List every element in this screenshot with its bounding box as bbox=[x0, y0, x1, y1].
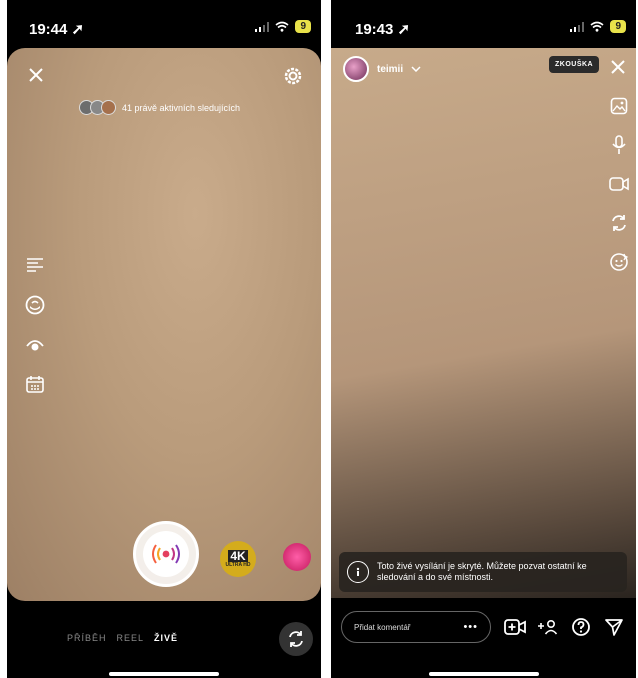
battery-badge: 9 bbox=[610, 20, 626, 33]
share-icon[interactable] bbox=[602, 615, 626, 639]
gallery-icon[interactable] bbox=[607, 94, 631, 118]
status-icons: 9 bbox=[255, 20, 311, 33]
active-viewers[interactable]: 41 právě aktivních sledujících bbox=[79, 100, 240, 115]
username: teimii bbox=[377, 63, 404, 75]
user-switcher[interactable]: teimii bbox=[343, 56, 421, 82]
more-options-icon[interactable]: ••• bbox=[463, 621, 478, 633]
tab-reel[interactable]: REEL bbox=[117, 633, 145, 643]
info-icon bbox=[347, 561, 369, 583]
live-icon bbox=[143, 531, 189, 577]
home-indicator bbox=[109, 672, 219, 676]
signal-icon bbox=[255, 21, 270, 32]
wifi-icon bbox=[275, 21, 289, 32]
calendar-icon[interactable] bbox=[23, 372, 47, 396]
microphone-icon[interactable] bbox=[607, 133, 631, 157]
flip-camera-button[interactable] bbox=[279, 622, 313, 656]
question-icon[interactable] bbox=[569, 615, 593, 639]
status-bar: 19:44 ➚ 9 bbox=[7, 0, 321, 48]
close-icon[interactable] bbox=[25, 64, 47, 86]
home-indicator bbox=[429, 672, 539, 676]
close-icon[interactable] bbox=[607, 56, 629, 78]
effects-icon[interactable] bbox=[607, 250, 631, 274]
flip-icon[interactable] bbox=[607, 211, 631, 235]
status-time: 19:43 ➚ bbox=[355, 21, 411, 38]
mode-tabs: PŘÍBĚH REEL ŽIVĚ bbox=[67, 633, 178, 643]
camera-icon[interactable] bbox=[607, 172, 631, 196]
settings-icon[interactable] bbox=[281, 64, 305, 88]
go-live-button[interactable] bbox=[133, 521, 199, 587]
viewer-avatars bbox=[79, 100, 116, 115]
text-lines-icon[interactable] bbox=[24, 254, 46, 276]
chevron-down-icon bbox=[411, 66, 421, 72]
add-video-icon[interactable] bbox=[503, 615, 527, 639]
wifi-icon bbox=[590, 21, 604, 32]
tab-story[interactable]: PŘÍBĚH bbox=[67, 633, 107, 643]
4k-label: 4K bbox=[228, 549, 248, 563]
viewers-text: 41 právě aktivních sledujících bbox=[122, 102, 241, 113]
signal-icon bbox=[570, 21, 585, 32]
effect-button[interactable] bbox=[283, 543, 311, 571]
comment-input[interactable]: Přidat komentář ••• bbox=[341, 611, 491, 643]
status-icons: 9 bbox=[570, 20, 626, 33]
comment-placeholder: Přidat komentář bbox=[354, 622, 411, 632]
tab-live[interactable]: ŽIVĚ bbox=[154, 633, 178, 643]
camera-preview bbox=[7, 48, 321, 601]
ultra-hd-label: ULTRA HD bbox=[225, 562, 251, 568]
notice-text: Toto živé vysílání je skryté. Můžete poz… bbox=[377, 561, 587, 582]
avatar bbox=[343, 56, 369, 82]
camera-preview bbox=[331, 48, 636, 598]
status-bar: 19:43 ➚ 9 bbox=[331, 0, 636, 48]
4k-quality-button[interactable]: 4K ULTRA HD bbox=[220, 541, 256, 577]
hidden-live-notice: Toto živé vysílání je skryté. Můžete poz… bbox=[339, 552, 627, 592]
visibility-icon[interactable] bbox=[23, 333, 47, 357]
flip-camera-icon bbox=[289, 631, 303, 647]
right-screen: 19:43 ➚ 9 teimii ZKOUŠKA Toto živé vysíl… bbox=[331, 0, 636, 678]
status-time: 19:44 ➚ bbox=[29, 21, 85, 38]
fundraiser-icon[interactable] bbox=[23, 293, 47, 317]
rehearsal-badge[interactable]: ZKOUŠKA bbox=[549, 56, 600, 73]
left-screen: 19:44 ➚ 9 41 právě aktivních sledujících… bbox=[7, 0, 321, 678]
battery-badge: 9 bbox=[295, 20, 311, 33]
add-guest-icon[interactable] bbox=[536, 615, 560, 639]
